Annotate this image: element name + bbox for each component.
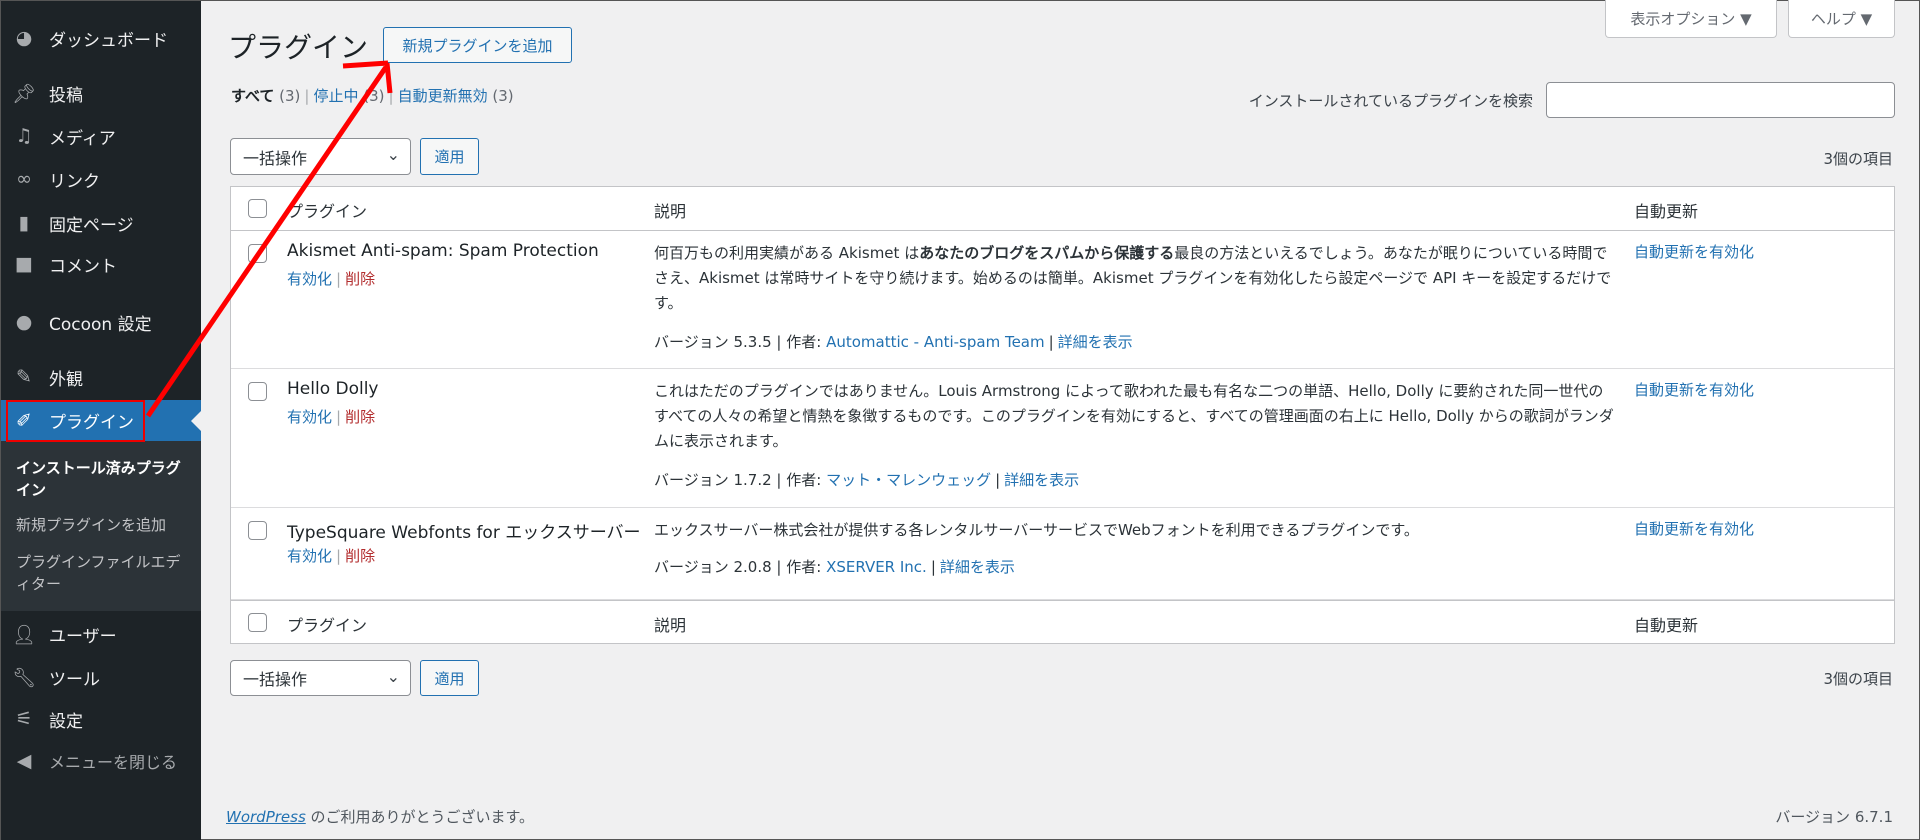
arrow-shaft bbox=[145, 65, 389, 418]
annotation-arrow bbox=[145, 60, 393, 418]
arrow-head-down bbox=[384, 62, 393, 94]
arrow-head-left bbox=[342, 60, 389, 69]
